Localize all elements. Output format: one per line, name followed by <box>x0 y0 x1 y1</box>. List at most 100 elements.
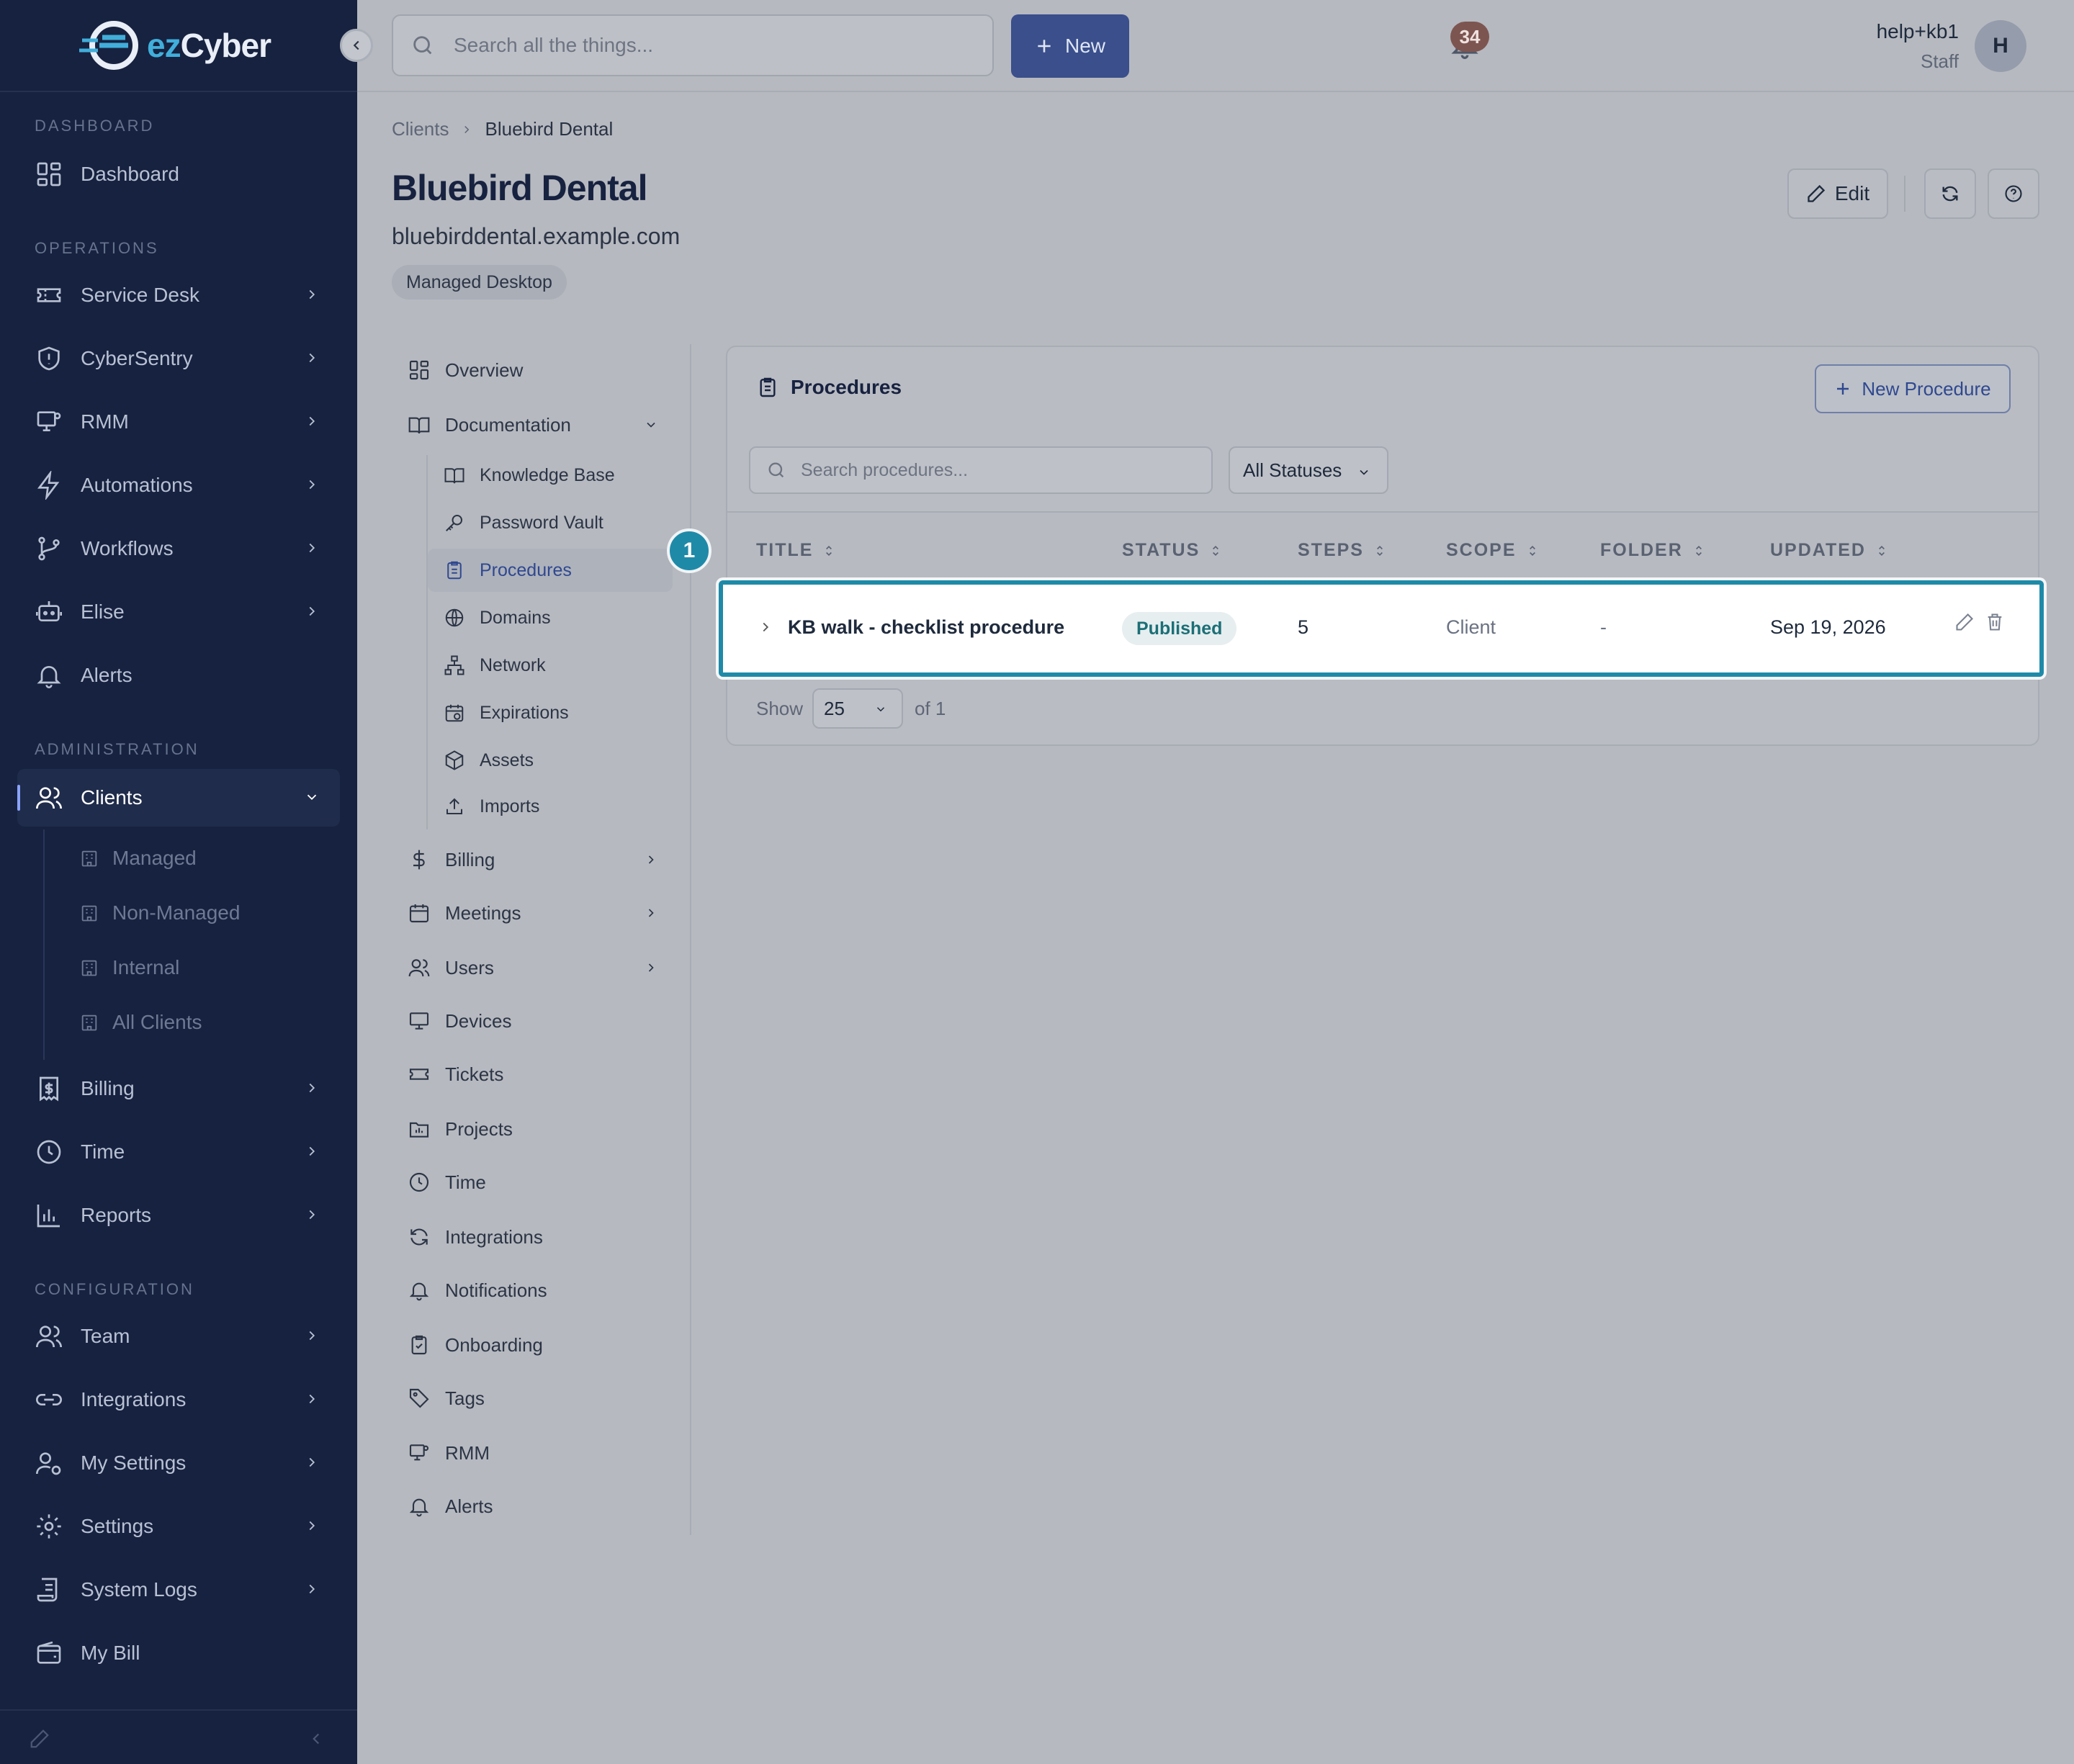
avatar[interactable]: H <box>1975 20 2026 72</box>
sidebar-item-dashboard[interactable]: Dashboard <box>17 145 340 203</box>
sidebar-item-alerts[interactable]: Alerts <box>17 647 340 704</box>
sidebar-item-clients[interactable]: Clients <box>17 769 340 827</box>
subnav-password-vault[interactable]: Password Vault <box>428 501 673 544</box>
sidebar-item-workflows[interactable]: Workflows <box>17 520 340 577</box>
subnav-projects[interactable]: Projects <box>392 1107 673 1151</box>
procedure-title[interactable]: KB walk - checklist procedure <box>788 616 1064 639</box>
subnav-domains[interactable]: Domains <box>428 596 673 639</box>
sidebar-item-label: CyberSentry <box>81 347 193 369</box>
sidebar-item-system-logs[interactable]: System Logs <box>17 1561 340 1619</box>
ezcyber-logo[interactable]: ezCyber <box>78 19 271 72</box>
procedures-search-input[interactable]: Search procedures... <box>749 446 1213 494</box>
subnav-billing[interactable]: Billing <box>392 838 673 881</box>
page-size-select[interactable]: 25 <box>812 688 903 729</box>
subnav-time[interactable]: Time <box>392 1161 673 1204</box>
receipt-dollar-icon <box>40 1076 58 1102</box>
pager-show-label: Show <box>756 697 804 719</box>
subnav-tags[interactable]: Tags <box>392 1377 673 1420</box>
shield-icon <box>38 346 60 371</box>
edit-button[interactable]: Edit <box>1787 168 1888 219</box>
global-search-input[interactable]: Search all the things... <box>392 14 994 76</box>
breadcrumb-clients-link[interactable]: Clients <box>392 118 449 140</box>
subnav-users[interactable]: Users <box>392 946 673 989</box>
sidebar-item-rmm[interactable]: RMM <box>17 393 340 451</box>
upload-icon <box>446 798 462 814</box>
subnav-assets[interactable]: Assets <box>428 739 673 782</box>
bell-icon <box>37 666 61 688</box>
delete-row-trash-icon[interactable] <box>1985 612 2005 632</box>
subnav-expirations[interactable]: Expirations <box>428 691 673 734</box>
sidebar-item-label: RMM <box>81 410 129 433</box>
chevron-right-icon <box>309 289 315 300</box>
sidebar-item-automations[interactable]: Automations <box>17 456 340 514</box>
building-icon <box>81 1014 97 1031</box>
open-book-icon <box>408 417 430 434</box>
column-header-updated[interactable]: UPDATED <box>1770 540 1889 561</box>
refresh-button[interactable] <box>1924 168 1976 219</box>
chevron-right-icon <box>309 1331 315 1341</box>
subnav-notifications[interactable]: Notifications <box>392 1269 673 1312</box>
procedure-folder: - <box>1600 616 1607 638</box>
pencil-icon[interactable] <box>29 1728 50 1750</box>
subnav-onboarding[interactable]: Onboarding <box>392 1323 673 1367</box>
subnav-knowledge-base[interactable]: Knowledge Base <box>428 454 673 497</box>
sidebar-item-billing[interactable]: Billing <box>17 1060 340 1117</box>
subnav-imports[interactable]: Imports <box>428 785 673 828</box>
column-header-title[interactable]: TITLE <box>756 540 836 561</box>
sidebar-subitem-non-managed[interactable]: Non-Managed <box>79 891 240 935</box>
sidebar-item-settings[interactable]: Settings <box>17 1498 340 1555</box>
sidebar-item-integrations[interactable]: Integrations <box>17 1371 340 1428</box>
column-header-status[interactable]: STATUS <box>1122 540 1223 561</box>
edit-row-pencil-icon[interactable] <box>1954 612 1975 632</box>
sidebar-subitem-managed[interactable]: Managed <box>79 837 197 880</box>
sidebar-item-cybersentry[interactable]: CyberSentry <box>17 330 340 387</box>
column-header-folder[interactable]: FOLDER <box>1600 540 1706 561</box>
chevron-right-icon <box>309 1146 315 1156</box>
new-button[interactable]: New <box>1011 14 1129 78</box>
sidebar-item-my-settings[interactable]: My Settings <box>17 1434 340 1492</box>
expand-row-chevron-icon[interactable] <box>758 619 773 635</box>
sync-icon <box>410 1228 428 1246</box>
network-icon <box>444 655 464 675</box>
subnav-procedures[interactable]: Procedures <box>428 549 673 592</box>
sidebar-item-elise[interactable]: Elise <box>17 583 340 641</box>
subnav-meetings[interactable]: Meetings <box>392 891 673 935</box>
subnav-rmm[interactable]: RMM <box>392 1431 673 1475</box>
sidebar-item-my-bill[interactable]: My Bill <box>17 1624 340 1682</box>
collapse-sidebar-icon[interactable] <box>307 1729 326 1748</box>
sort-icon <box>1213 545 1219 556</box>
bell-icon <box>409 1498 429 1517</box>
sidebar-toggle-button[interactable] <box>340 29 373 62</box>
help-circle-icon <box>2005 185 2022 202</box>
sidebar-item-time[interactable]: Time <box>17 1123 340 1181</box>
column-header-steps[interactable]: STEPS <box>1298 540 1387 561</box>
subnav-alerts[interactable]: Alerts <box>392 1485 673 1528</box>
plus-icon <box>1038 40 1051 53</box>
ticket-icon <box>409 1068 429 1080</box>
sidebar-subitem-all-clients[interactable]: All Clients <box>79 1001 202 1044</box>
status-filter-select[interactable]: All Statuses <box>1229 446 1388 494</box>
user-name[interactable]: help+kb1 <box>1877 20 1959 43</box>
subnav-tickets[interactable]: Tickets <box>392 1053 673 1096</box>
git-branch-icon <box>38 536 60 561</box>
sidebar-subitem-internal[interactable]: Internal <box>79 946 179 989</box>
help-button[interactable] <box>1988 168 2039 219</box>
clipboard-list-icon <box>447 561 462 580</box>
dollar-icon <box>413 850 425 870</box>
subnav-network[interactable]: Network <box>428 644 673 687</box>
status-badge: Published <box>1122 612 1237 645</box>
sort-icon <box>1529 545 1535 556</box>
subnav-devices[interactable]: Devices <box>392 999 673 1043</box>
subnav-documentation[interactable]: Documentation <box>392 403 673 446</box>
column-header-scope[interactable]: SCOPE <box>1446 540 1540 561</box>
sidebar-item-reports[interactable]: Reports <box>17 1187 340 1244</box>
new-procedure-button[interactable]: New Procedure <box>1815 364 2011 413</box>
sidebar-item-team[interactable]: Team <box>17 1308 340 1365</box>
sidebar-item-service-desk[interactable]: Service Desk <box>17 266 340 324</box>
subnav-overview[interactable]: Overview <box>392 348 673 392</box>
chevron-right-icon <box>309 353 315 363</box>
subnav-integrations[interactable]: Integrations <box>392 1215 673 1259</box>
sidebar-item-label: Alerts <box>81 664 133 686</box>
pager-of-label: of 1 <box>915 697 946 719</box>
globe-icon <box>445 608 464 627</box>
